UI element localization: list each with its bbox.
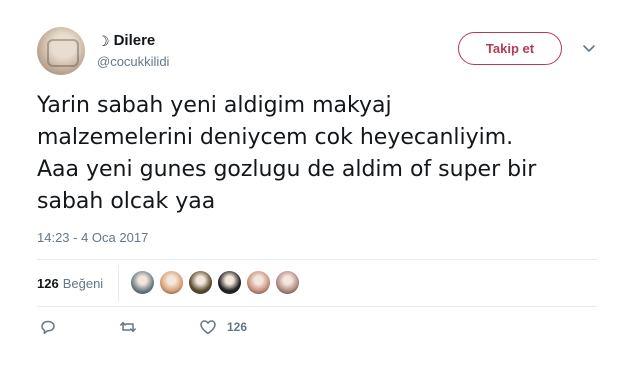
likers-list [131,271,299,294]
like-button[interactable]: 126 [199,318,247,336]
reply-button[interactable] [39,318,57,336]
divider [37,306,597,307]
likes-count: 126 [37,276,59,291]
tweet-timestamp[interactable]: 14:23 - 4 Oca 2017 [37,230,148,245]
likes-label: Beğeni [62,276,104,291]
tweet-text: Yarin sabah yeni aldigim makyaj malzemel… [37,93,537,214]
liker-avatar-1[interactable] [131,271,154,294]
user-handle[interactable]: @cocukkilidi [97,54,169,69]
stat-separator [118,265,119,301]
user-avatar[interactable] [37,27,85,75]
display-name-row[interactable]: ☽ Dilere [97,32,155,49]
retweet-button[interactable] [119,318,137,336]
follow-button[interactable]: Takip et [458,32,562,65]
likes-stat[interactable]: 126 Beğeni [37,276,103,291]
chevron-down-icon[interactable] [581,42,597,56]
tweet-card: ☽ Dilere @cocukkilidi Takip et Yarin sab… [0,0,632,365]
liker-avatar-2[interactable] [160,271,183,294]
heart-icon [200,320,216,335]
display-name[interactable]: Dilere [114,32,156,49]
like-count: 126 [227,320,248,334]
liker-avatar-6[interactable] [276,271,299,294]
liker-avatar-3[interactable] [189,271,212,294]
liker-avatar-5[interactable] [247,271,270,294]
reply-icon [41,320,55,334]
moon-icon: ☽ [97,32,110,49]
retweet-icon [120,321,136,333]
liker-avatar-4[interactable] [218,271,241,294]
divider [37,259,597,260]
